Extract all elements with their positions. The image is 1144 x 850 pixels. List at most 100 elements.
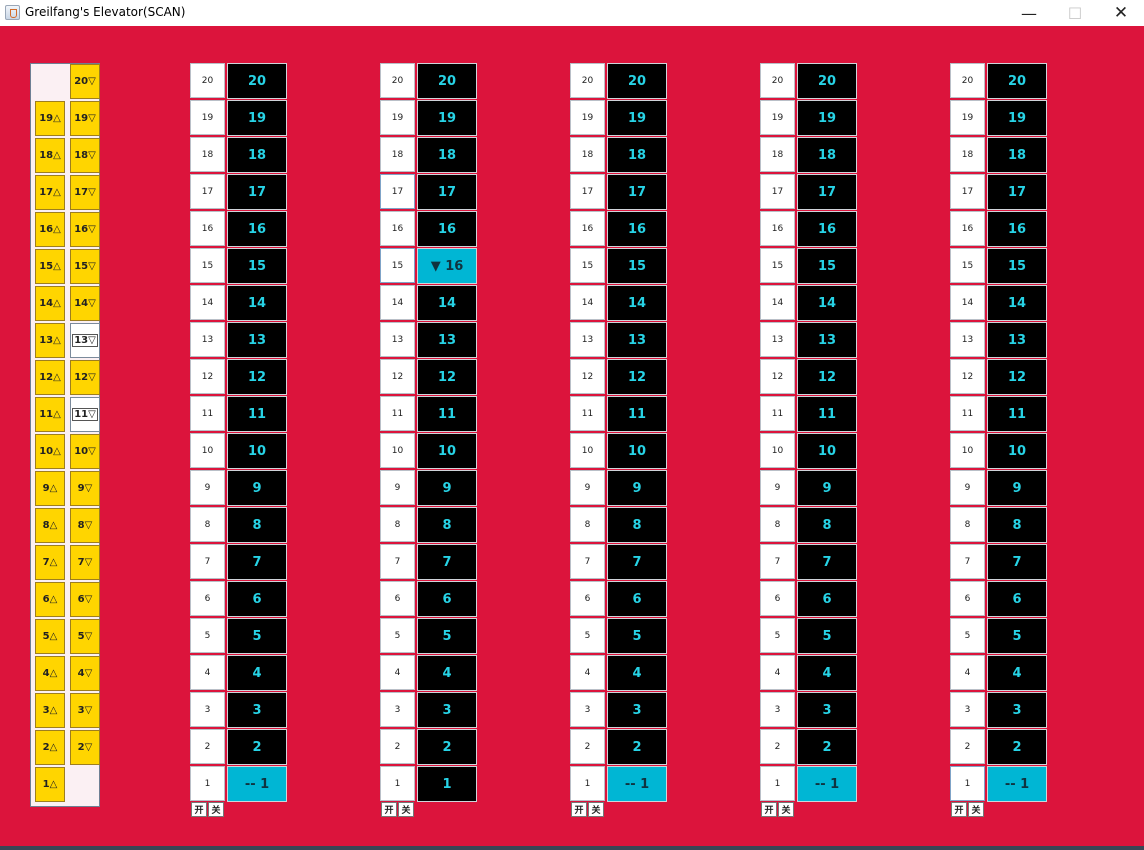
elevator-4-floor-button-17[interactable]: 17 bbox=[760, 174, 795, 209]
elevator-4-floor-button-5[interactable]: 5 bbox=[760, 618, 795, 653]
elevator-1-floor-button-9[interactable]: 9 bbox=[190, 470, 225, 505]
elevator-1-floor-button-2[interactable]: 2 bbox=[190, 729, 225, 764]
elevator-5-floor-button-18[interactable]: 18 bbox=[950, 137, 985, 172]
hall-down-button-7[interactable]: 7▽ bbox=[70, 545, 100, 580]
elevator-4-floor-button-12[interactable]: 12 bbox=[760, 359, 795, 394]
hall-up-button-18[interactable]: 18△ bbox=[35, 138, 65, 173]
hall-down-button-12[interactable]: 12▽ bbox=[70, 360, 100, 395]
elevator-1-floor-button-1[interactable]: 1 bbox=[190, 766, 225, 801]
elevator-5-floor-button-17[interactable]: 17 bbox=[950, 174, 985, 209]
elevator-1-floor-button-10[interactable]: 10 bbox=[190, 433, 225, 468]
elevator-2-floor-button-8[interactable]: 8 bbox=[380, 507, 415, 542]
elevator-1-floor-button-17[interactable]: 17 bbox=[190, 174, 225, 209]
hall-down-button-11[interactable]: 11▽ bbox=[70, 397, 100, 432]
elevator-1-floor-button-5[interactable]: 5 bbox=[190, 618, 225, 653]
elevator-5-floor-button-8[interactable]: 8 bbox=[950, 507, 985, 542]
elevator-3-floor-button-8[interactable]: 8 bbox=[570, 507, 605, 542]
elevator-1-close-door-button[interactable]: 关 bbox=[208, 802, 224, 817]
elevator-2-floor-button-3[interactable]: 3 bbox=[380, 692, 415, 727]
hall-up-button-13[interactable]: 13△ bbox=[35, 323, 65, 358]
elevator-4-floor-button-13[interactable]: 13 bbox=[760, 322, 795, 357]
elevator-4-floor-button-3[interactable]: 3 bbox=[760, 692, 795, 727]
elevator-3-floor-button-14[interactable]: 14 bbox=[570, 285, 605, 320]
elevator-5-floor-button-11[interactable]: 11 bbox=[950, 396, 985, 431]
elevator-3-floor-button-15[interactable]: 15 bbox=[570, 248, 605, 283]
hall-up-button-6[interactable]: 6△ bbox=[35, 582, 65, 617]
elevator-3-open-door-button[interactable]: 开 bbox=[571, 802, 587, 817]
elevator-3-floor-button-4[interactable]: 4 bbox=[570, 655, 605, 690]
hall-down-button-20[interactable]: 20▽ bbox=[70, 64, 100, 99]
hall-down-button-5[interactable]: 5▽ bbox=[70, 619, 100, 654]
hall-down-button-13[interactable]: 13▽ bbox=[70, 323, 100, 358]
elevator-4-floor-button-11[interactable]: 11 bbox=[760, 396, 795, 431]
elevator-1-floor-button-15[interactable]: 15 bbox=[190, 248, 225, 283]
elevator-1-floor-button-14[interactable]: 14 bbox=[190, 285, 225, 320]
hall-up-button-7[interactable]: 7△ bbox=[35, 545, 65, 580]
elevator-3-floor-button-2[interactable]: 2 bbox=[570, 729, 605, 764]
elevator-3-floor-button-9[interactable]: 9 bbox=[570, 470, 605, 505]
elevator-1-floor-button-6[interactable]: 6 bbox=[190, 581, 225, 616]
elevator-5-floor-button-4[interactable]: 4 bbox=[950, 655, 985, 690]
elevator-4-floor-button-7[interactable]: 7 bbox=[760, 544, 795, 579]
elevator-3-floor-button-10[interactable]: 10 bbox=[570, 433, 605, 468]
elevator-3-floor-button-12[interactable]: 12 bbox=[570, 359, 605, 394]
elevator-1-floor-button-16[interactable]: 16 bbox=[190, 211, 225, 246]
hall-down-button-16[interactable]: 16▽ bbox=[70, 212, 100, 247]
hall-down-button-9[interactable]: 9▽ bbox=[70, 471, 100, 506]
elevator-2-floor-button-14[interactable]: 14 bbox=[380, 285, 415, 320]
elevator-3-floor-button-6[interactable]: 6 bbox=[570, 581, 605, 616]
hall-down-button-3[interactable]: 3▽ bbox=[70, 693, 100, 728]
elevator-5-open-door-button[interactable]: 开 bbox=[951, 802, 967, 817]
hall-up-button-14[interactable]: 14△ bbox=[35, 286, 65, 321]
elevator-5-floor-button-12[interactable]: 12 bbox=[950, 359, 985, 394]
elevator-4-floor-button-4[interactable]: 4 bbox=[760, 655, 795, 690]
hall-up-button-19[interactable]: 19△ bbox=[35, 101, 65, 136]
hall-down-button-15[interactable]: 15▽ bbox=[70, 249, 100, 284]
hall-down-button-8[interactable]: 8▽ bbox=[70, 508, 100, 543]
elevator-4-floor-button-6[interactable]: 6 bbox=[760, 581, 795, 616]
elevator-4-floor-button-14[interactable]: 14 bbox=[760, 285, 795, 320]
elevator-5-floor-button-19[interactable]: 19 bbox=[950, 100, 985, 135]
elevator-4-floor-button-16[interactable]: 16 bbox=[760, 211, 795, 246]
elevator-3-floor-button-1[interactable]: 1 bbox=[570, 766, 605, 801]
elevator-3-floor-button-3[interactable]: 3 bbox=[570, 692, 605, 727]
elevator-4-floor-button-10[interactable]: 10 bbox=[760, 433, 795, 468]
elevator-2-floor-button-12[interactable]: 12 bbox=[380, 359, 415, 394]
elevator-2-floor-button-4[interactable]: 4 bbox=[380, 655, 415, 690]
elevator-5-floor-button-2[interactable]: 2 bbox=[950, 729, 985, 764]
elevator-4-close-door-button[interactable]: 关 bbox=[778, 802, 794, 817]
elevator-2-floor-button-10[interactable]: 10 bbox=[380, 433, 415, 468]
hall-up-button-4[interactable]: 4△ bbox=[35, 656, 65, 691]
elevator-5-floor-button-15[interactable]: 15 bbox=[950, 248, 985, 283]
elevator-5-close-door-button[interactable]: 关 bbox=[968, 802, 984, 817]
hall-up-button-15[interactable]: 15△ bbox=[35, 249, 65, 284]
elevator-2-floor-button-18[interactable]: 18 bbox=[380, 137, 415, 172]
minimize-button[interactable]: — bbox=[1006, 0, 1052, 26]
elevator-2-floor-button-1[interactable]: 1 bbox=[380, 766, 415, 801]
elevator-2-floor-button-6[interactable]: 6 bbox=[380, 581, 415, 616]
hall-down-button-19[interactable]: 19▽ bbox=[70, 101, 100, 136]
elevator-2-floor-button-9[interactable]: 9 bbox=[380, 470, 415, 505]
elevator-1-floor-button-4[interactable]: 4 bbox=[190, 655, 225, 690]
elevator-4-floor-button-9[interactable]: 9 bbox=[760, 470, 795, 505]
elevator-3-close-door-button[interactable]: 关 bbox=[588, 802, 604, 817]
elevator-5-floor-button-13[interactable]: 13 bbox=[950, 322, 985, 357]
elevator-5-floor-button-10[interactable]: 10 bbox=[950, 433, 985, 468]
elevator-2-floor-button-17[interactable]: 17 bbox=[380, 174, 415, 209]
elevator-5-floor-button-6[interactable]: 6 bbox=[950, 581, 985, 616]
elevator-5-floor-button-3[interactable]: 3 bbox=[950, 692, 985, 727]
elevator-2-floor-button-5[interactable]: 5 bbox=[380, 618, 415, 653]
elevator-2-floor-button-11[interactable]: 11 bbox=[380, 396, 415, 431]
hall-up-button-3[interactable]: 3△ bbox=[35, 693, 65, 728]
elevator-5-floor-button-14[interactable]: 14 bbox=[950, 285, 985, 320]
elevator-1-floor-button-7[interactable]: 7 bbox=[190, 544, 225, 579]
maximize-button[interactable]: ☐ bbox=[1052, 0, 1098, 26]
hall-down-button-18[interactable]: 18▽ bbox=[70, 138, 100, 173]
elevator-1-floor-button-13[interactable]: 13 bbox=[190, 322, 225, 357]
close-button[interactable]: ✕ bbox=[1098, 0, 1144, 26]
elevator-2-close-door-button[interactable]: 关 bbox=[398, 802, 414, 817]
elevator-1-floor-button-11[interactable]: 11 bbox=[190, 396, 225, 431]
elevator-2-floor-button-7[interactable]: 7 bbox=[380, 544, 415, 579]
elevator-3-floor-button-18[interactable]: 18 bbox=[570, 137, 605, 172]
hall-up-button-10[interactable]: 10△ bbox=[35, 434, 65, 469]
